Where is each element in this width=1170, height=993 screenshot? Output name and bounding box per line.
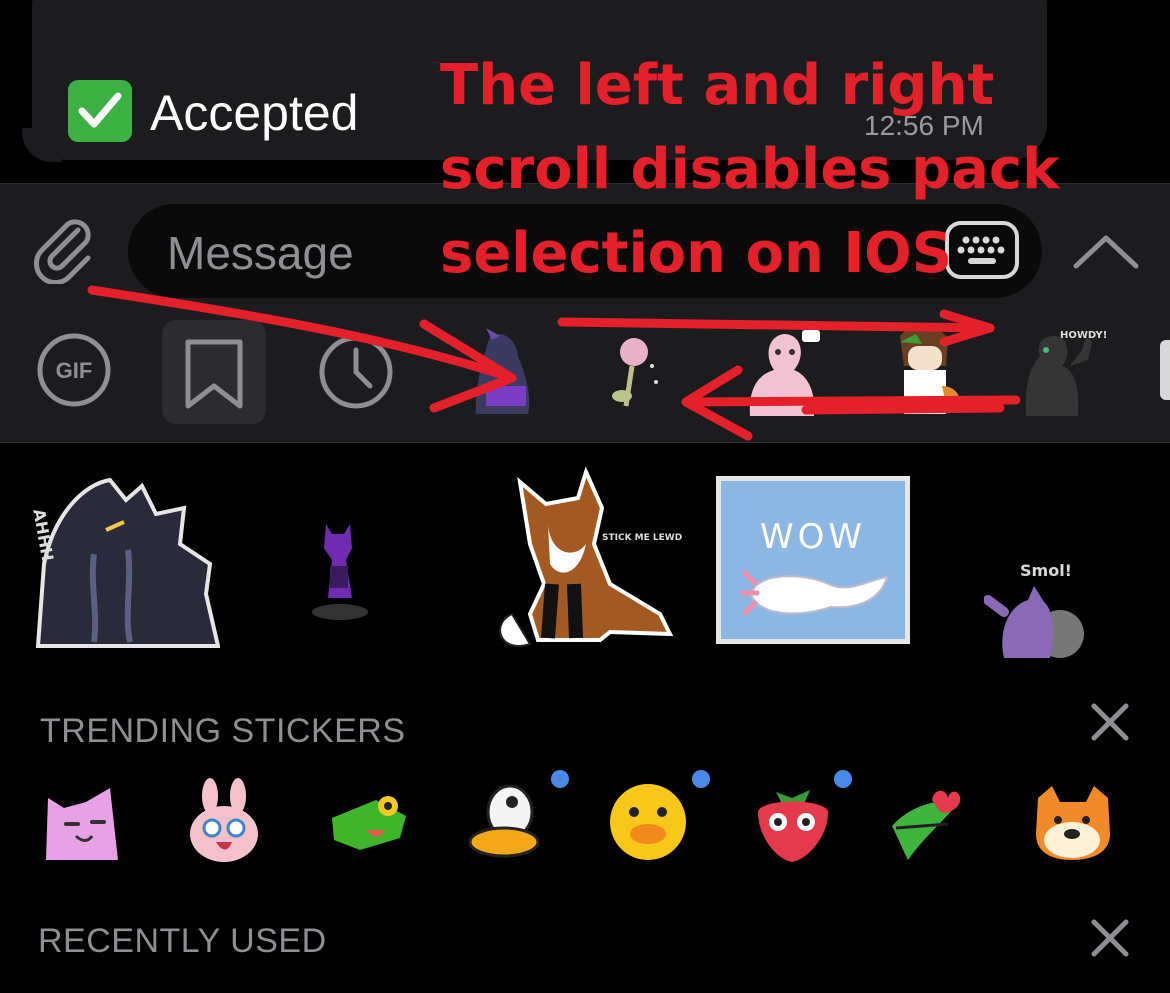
trending-sticker-bird[interactable] (888, 778, 974, 864)
sticker-smol[interactable]: Smol! (983, 556, 1090, 658)
gif-button[interactable]: GIF (36, 332, 112, 408)
trending-title: TRENDING STICKERS (40, 712, 406, 750)
clock-icon (319, 335, 393, 409)
new-indicator-dot (692, 770, 710, 788)
message-placeholder: Message (167, 227, 354, 279)
trending-close-icon[interactable] (1090, 702, 1130, 742)
bookmark-icon (185, 339, 243, 409)
chevron-up-icon[interactable] (1070, 226, 1142, 276)
trending-sticker-strawberry[interactable] (750, 778, 836, 864)
trending-sticker-duck-yellow[interactable] (606, 778, 692, 864)
sticker-smol-text: Smol! (1020, 561, 1072, 580)
favorites-tab[interactable] (162, 320, 266, 424)
message-text: Accepted (150, 85, 359, 141)
axolotl-drawing (741, 570, 889, 616)
annotation-line: The left and right (440, 53, 995, 118)
sticker-purple-cat[interactable] (306, 518, 372, 620)
trending-sticker-frog[interactable] (326, 778, 412, 864)
sticker-dragon[interactable]: AHHH (24, 474, 221, 652)
annotation-text: The left and right scroll disables pack … (440, 44, 1060, 296)
pack-thumb-5[interactable]: HOWDY! (1020, 326, 1107, 416)
recent-close-icon[interactable] (1090, 918, 1130, 958)
pack-thumb-1[interactable] (456, 326, 542, 416)
gif-label: GIF (56, 358, 93, 383)
recent-title: RECENTLY USED (38, 922, 327, 960)
sticker-fox[interactable]: STICK ME LEWD OUT (490, 464, 707, 660)
sticker-wow-text: WOW (760, 517, 866, 557)
new-indicator-dot (834, 770, 852, 788)
sticker-fox-text: STICK ME LEWD OUT (602, 533, 686, 543)
trending-sticker-pink-cat[interactable] (40, 778, 126, 864)
pack-thumb-3[interactable] (740, 326, 826, 416)
bubble-tail (22, 128, 62, 162)
recent-tab[interactable] (316, 332, 396, 412)
pack-thumb-4[interactable] (882, 326, 968, 416)
trending-sticker-duck-black[interactable] (466, 778, 552, 864)
new-indicator-dot (551, 770, 569, 788)
howdy-text: HOWDY! (1060, 330, 1106, 341)
trending-sticker-bunny[interactable] (182, 778, 268, 864)
pack-thumb-partial[interactable] (1160, 340, 1170, 400)
trending-sticker-fox-face[interactable] (1030, 778, 1116, 864)
check-mark-icon (68, 80, 132, 142)
paperclip-icon[interactable] (28, 212, 100, 286)
sticker-dragon-text: AHHH (29, 507, 57, 562)
pack-thumb-2[interactable] (596, 326, 682, 416)
annotation-line: scroll disables pack (440, 137, 1060, 202)
annotation-line: selection on IOS (440, 221, 953, 286)
sticker-wow-axolotl[interactable]: WOW (716, 476, 910, 644)
